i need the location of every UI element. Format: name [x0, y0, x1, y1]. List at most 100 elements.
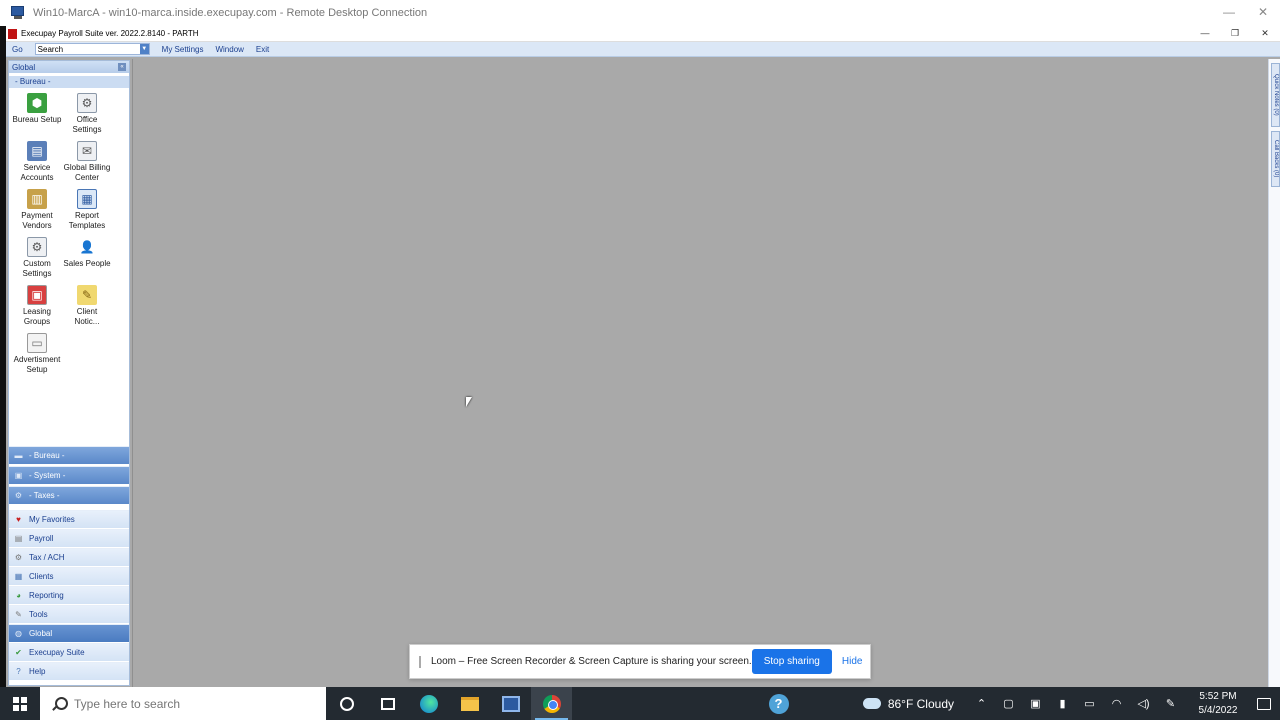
billing-center-icon: ✉	[77, 141, 97, 161]
search-icon	[52, 696, 68, 711]
cortana-icon	[339, 696, 354, 711]
tile-report-templates[interactable]: ▦ Report Templates	[62, 189, 112, 231]
edge-button[interactable]	[408, 687, 449, 720]
wifi-icon[interactable]: ◠	[1103, 697, 1130, 710]
payroll-icon: ▤	[14, 534, 23, 543]
subsection-bureau[interactable]: ▬ - Bureau -	[9, 446, 129, 464]
help-circle-icon: ?	[768, 693, 789, 714]
help-icon: ?	[16, 667, 21, 676]
module-reporting[interactable]: ◕ Reporting	[9, 586, 129, 604]
module-bars: ♥ My Favorites ▤ Payroll ⚙ Tax / ACH ▦ Clien…	[9, 510, 129, 680]
windows-taskbar: ? 86°F Cloudy ⌃ ▢ ▣ ▮ ▭ ◠ ◁) ✎ 5:52 PM 5…	[0, 687, 1280, 720]
cloud-icon	[862, 698, 881, 709]
drag-handle-icon[interactable]	[419, 655, 421, 668]
globe-icon: ◍	[15, 629, 22, 638]
subsection-system[interactable]: ▣ - System -	[9, 466, 129, 484]
rdp-window-title: Win10-MarcA - win10-marca.inside.execupa…	[33, 7, 428, 19]
module-help[interactable]: ? Help	[9, 662, 129, 680]
display-icon[interactable]: ▣	[1022, 697, 1049, 710]
menu-window[interactable]: Window	[209, 45, 249, 54]
module-my-favorites[interactable]: ♥ My Favorites	[9, 510, 129, 528]
rdp-window-edge	[0, 0, 6, 720]
meet-now-icon[interactable]: ▢	[995, 697, 1022, 710]
module-execupay-suite[interactable]: ✔ Execupay Suite	[9, 643, 129, 661]
taskbar-search-input[interactable]	[74, 696, 304, 711]
tile-service-accounts[interactable]: ▤ Service Accounts	[12, 141, 62, 183]
app-restore-button[interactable]: ❐	[1220, 26, 1250, 42]
hide-banner-button[interactable]: Hide	[842, 656, 863, 667]
module-tax-ach[interactable]: ⚙ Tax / ACH	[9, 548, 129, 566]
menu-exit[interactable]: Exit	[250, 45, 275, 54]
app-title: Execupay Payroll Suite ver. 2022.2.8140 …	[21, 29, 199, 38]
task-view-button[interactable]	[367, 687, 408, 720]
weather-widget[interactable]: 86°F Cloudy	[862, 696, 954, 711]
bureau-setup-icon: ⬢	[27, 93, 47, 113]
clock[interactable]: 5:52 PM 5/4/2022	[1188, 690, 1248, 718]
remote-desktop-icon	[11, 6, 27, 20]
rdp-close-button[interactable]: ✕	[1246, 0, 1280, 26]
microphone-icon[interactable]: ▮	[1049, 697, 1076, 710]
clock-time: 5:52 PM	[1199, 690, 1237, 702]
chevron-up-icon[interactable]: ⌃	[968, 697, 995, 710]
loom-message: Loom – Free Screen Recorder & Screen Cap…	[431, 656, 752, 667]
bureau-icon-grid: ⬢ Bureau Setup ⚙ Office Settings ▤ Service …	[9, 88, 129, 375]
weather-text: 86°F Cloudy	[887, 696, 954, 711]
tile-bureau-setup[interactable]: ⬢ Bureau Setup	[12, 93, 62, 135]
go-button[interactable]: Go	[6, 45, 29, 54]
windows-logo-icon	[13, 696, 27, 711]
tile-client-notices[interactable]: ✎ Client Notic...	[62, 285, 112, 327]
rdp-title-bar: Win10-MarcA - win10-marca.inside.execupa…	[0, 0, 1280, 26]
right-side-tabs: Quick Notes (0) Call Backs (0)	[1268, 59, 1280, 687]
menu-bar: Go ▼ My Settings Window Exit	[6, 42, 1280, 57]
volume-icon[interactable]: ◁)	[1130, 697, 1157, 710]
tile-custom-settings[interactable]: ⚙ Custom Settings	[12, 237, 62, 279]
section-bureau-label: - Bureau -	[9, 76, 129, 88]
tile-leasing-groups[interactable]: ▣ Leasing Groups	[12, 285, 62, 327]
tile-global-billing-center[interactable]: ✉ Global Billing Center	[62, 141, 112, 183]
custom-settings-icon: ⚙	[27, 237, 47, 257]
module-clients[interactable]: ▦ Clients	[9, 567, 129, 585]
taskbar-search[interactable]	[40, 687, 326, 720]
module-global[interactable]: ◍ Global	[9, 624, 129, 642]
chrome-icon	[542, 694, 561, 713]
notification-center-button[interactable]	[1248, 697, 1280, 710]
app-minimize-button[interactable]: —	[1190, 26, 1220, 42]
rdp-minimize-button[interactable]: —	[1212, 0, 1246, 26]
remote-desktop-taskbar-button[interactable]	[490, 687, 531, 720]
module-tools[interactable]: ✎ Tools	[9, 605, 129, 623]
payment-vendors-icon: ▥	[27, 189, 47, 209]
task-view-icon	[380, 697, 395, 710]
main-workspace	[132, 59, 1268, 687]
chrome-button[interactable]	[531, 687, 572, 720]
clock-date: 5/4/2022	[1198, 704, 1238, 716]
cortana-button[interactable]	[326, 687, 367, 720]
collapse-icon[interactable]: «	[118, 63, 126, 71]
bureau-icon: ▬	[14, 451, 23, 460]
search-dropdown-button[interactable]: ▼	[139, 44, 149, 54]
service-accounts-icon: ▤	[27, 141, 47, 161]
search-input[interactable]	[35, 44, 140, 54]
battery-icon[interactable]: ▭	[1076, 697, 1103, 710]
stop-sharing-button[interactable]: Stop sharing	[751, 649, 832, 674]
tile-payment-vendors[interactable]: ▥ Payment Vendors	[12, 189, 62, 231]
app-title-bar: Execupay Payroll Suite ver. 2022.2.8140 …	[6, 26, 1280, 42]
office-settings-icon: ⚙	[77, 93, 97, 113]
module-payroll[interactable]: ▤ Payroll	[9, 529, 129, 547]
tile-sales-people[interactable]: 👤 Sales People	[62, 237, 112, 279]
tile-office-settings[interactable]: ⚙ Office Settings	[62, 93, 112, 135]
call-backs-tab[interactable]: Call Backs (0)	[1271, 131, 1280, 187]
tile-advertisment-setup[interactable]: ▭ Advertisment Setup	[12, 333, 62, 375]
folder-icon	[460, 696, 479, 711]
edge-icon	[419, 694, 438, 713]
help-app-button[interactable]: ?	[758, 687, 799, 720]
menu-my-settings[interactable]: My Settings	[156, 45, 210, 54]
start-button[interactable]	[0, 687, 40, 720]
quick-notes-tab[interactable]: Quick Notes (0)	[1271, 63, 1280, 127]
pen-icon[interactable]: ✎	[1157, 697, 1184, 710]
subsection-taxes[interactable]: ⚙ - Taxes -	[9, 486, 129, 504]
execupay-suite-icon: ✔	[15, 648, 22, 657]
app-close-button[interactable]: ✕	[1250, 26, 1280, 42]
clients-icon: ▦	[14, 572, 23, 581]
file-explorer-button[interactable]	[449, 687, 490, 720]
search-box: ▼	[34, 43, 150, 55]
